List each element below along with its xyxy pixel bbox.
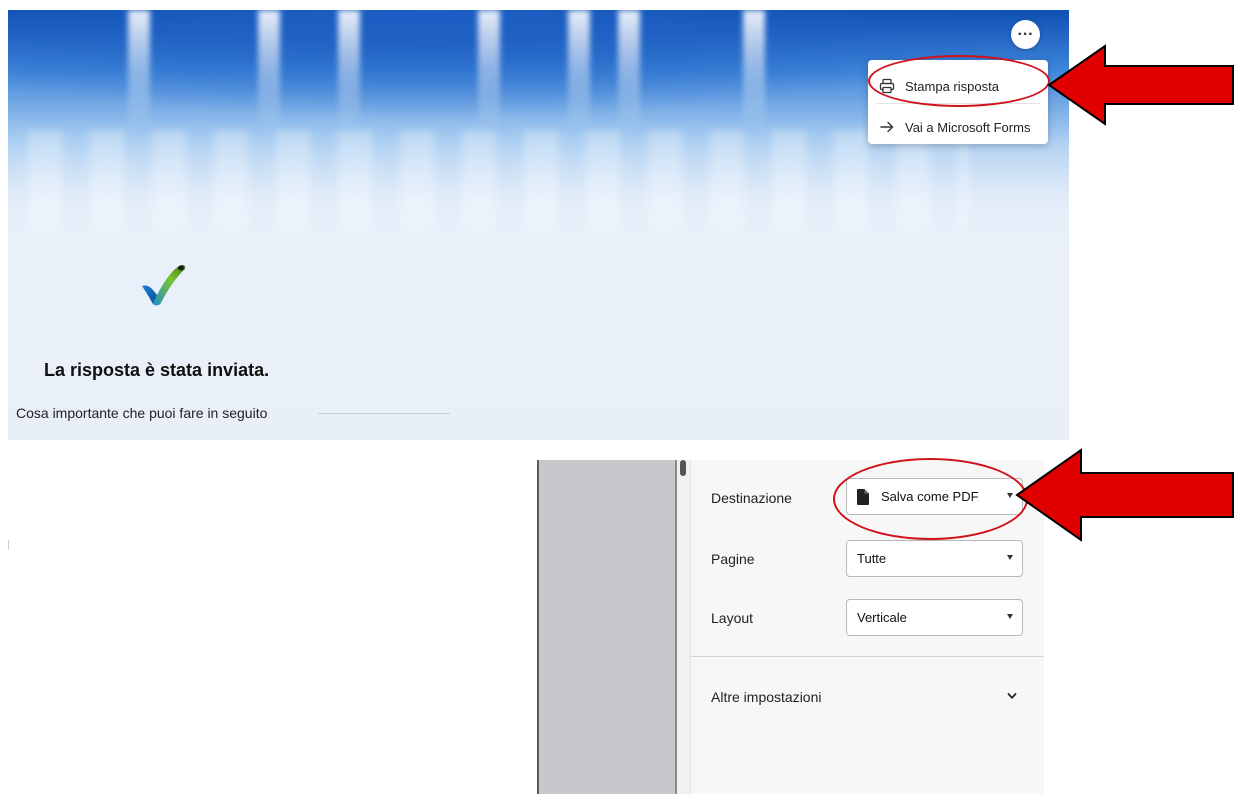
print-preview [537, 460, 677, 794]
destination-label: Destinazione [711, 490, 792, 506]
next-steps-label: Cosa importante che puoi fare in seguito [16, 405, 268, 421]
more-settings-toggle[interactable]: Altre impostazioni [711, 689, 822, 705]
header-light-streak [618, 10, 640, 130]
header-light-streak [128, 10, 150, 130]
menu-item-go-to-forms[interactable]: Vai a Microsoft Forms [868, 107, 1048, 147]
header-light-streak [743, 10, 765, 130]
settings-scroll-gutter [677, 460, 690, 794]
header-background-pattern [28, 130, 968, 230]
response-sent-title: La risposta è stata inviata. [44, 360, 270, 380]
header-light-streak [338, 10, 360, 130]
arrow-right-icon [878, 118, 896, 136]
header-light-streak [258, 10, 280, 130]
more-options-button[interactable]: ··· [1011, 20, 1040, 49]
annotation-circle [833, 458, 1028, 540]
layout-value: Verticale [857, 610, 907, 625]
edge-mark [8, 540, 9, 550]
pages-label: Pagine [711, 551, 755, 567]
checkmark-icon [142, 265, 186, 306]
layout-select[interactable]: Verticale [846, 599, 1023, 636]
more-options-icon: ··· [1017, 25, 1034, 43]
settings-divider [691, 656, 1044, 657]
chevron-down-icon[interactable] [1007, 691, 1017, 701]
settings-scrollbar[interactable] [680, 460, 686, 476]
next-steps-rule [318, 413, 450, 414]
menu-item-label: Vai a Microsoft Forms [905, 119, 1031, 135]
header-light-streak [568, 10, 590, 130]
annotation-arrow-icon [1047, 44, 1234, 126]
pages-value: Tutte [857, 551, 887, 566]
blank-area [0, 448, 540, 794]
annotation-circle [868, 55, 1050, 107]
pages-select[interactable]: Tutte [846, 540, 1023, 577]
chevron-down-icon [1007, 614, 1013, 619]
chevron-down-icon [1007, 555, 1013, 560]
header-light-streak [478, 10, 500, 130]
layout-label: Layout [711, 610, 754, 626]
annotation-arrow-icon [1015, 448, 1234, 542]
